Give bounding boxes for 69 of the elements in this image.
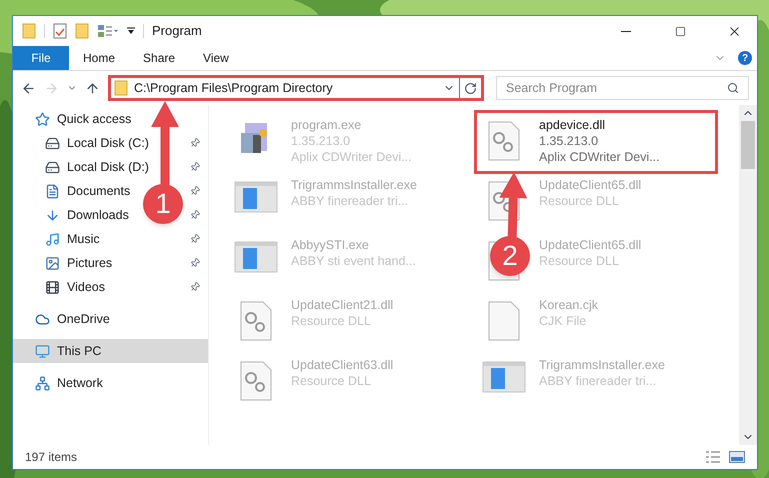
ribbon-tab[interactable]: Home xyxy=(69,46,130,70)
file-icon xyxy=(488,301,520,341)
file-detail: Aplix CDWriter Devi... xyxy=(291,149,412,165)
address-field[interactable]: C:\Program Files\Program Directory xyxy=(108,75,484,101)
star-icon xyxy=(35,112,50,126)
sidebar-label[interactable]: Quick access xyxy=(57,110,200,128)
film-icon xyxy=(45,280,60,294)
document-icon xyxy=(45,184,60,198)
file-detail: Resource DLL xyxy=(291,373,372,389)
file-detail: Resource DLL xyxy=(539,193,620,209)
up-icon[interactable] xyxy=(85,80,100,96)
view-layout-icon[interactable] xyxy=(97,24,119,38)
network-icon xyxy=(35,376,50,390)
details-view-icon[interactable] xyxy=(705,451,721,463)
monitor-icon xyxy=(35,344,50,358)
refresh-icon[interactable] xyxy=(464,82,477,94)
maximize-icon xyxy=(674,26,686,36)
sidebar-label[interactable]: Local Disk (C:) xyxy=(67,134,190,152)
search-placeholder: Search Program xyxy=(506,80,598,97)
sidebar-label: This PC xyxy=(57,342,102,360)
file-detail: Resource DLL xyxy=(539,253,620,269)
gear-file-icon xyxy=(240,361,272,401)
ribbon-tab[interactable]: File xyxy=(13,46,69,70)
sidebar-item[interactable]: This PC xyxy=(13,339,208,363)
file-item[interactable]: apdevice.dll 1.35.213.0 Aplix CDWriter Devi... xyxy=(477,113,715,171)
scrollbar[interactable] xyxy=(739,105,757,445)
file-detail: ABBY sti event hand... xyxy=(291,253,416,269)
folder-icon xyxy=(114,80,128,96)
item-count: 197 items xyxy=(25,449,78,466)
sidebar-label[interactable]: Local Disk (D:) xyxy=(67,158,190,176)
download-icon xyxy=(45,208,60,222)
scroll-thumb[interactable] xyxy=(741,121,755,169)
window-icon xyxy=(234,181,278,213)
file-detail: ABBY finereader tri... xyxy=(291,193,410,209)
address-path: C:\Program Files\Program Directory xyxy=(134,80,334,97)
sidebar-label[interactable]: Pictures xyxy=(67,254,190,272)
sidebar-label[interactable]: Videos xyxy=(67,278,190,296)
ribbon-tab[interactable]: Share xyxy=(129,46,190,70)
window-icon xyxy=(482,361,526,393)
checklist-icon[interactable] xyxy=(53,23,67,39)
folder-icon[interactable] xyxy=(22,23,36,39)
minimize-icon xyxy=(621,30,631,32)
drive-icon xyxy=(45,136,60,150)
customize-caret-icon[interactable] xyxy=(127,27,135,35)
music-note-icon xyxy=(45,232,60,246)
search-icon xyxy=(727,82,739,94)
file-detail: ABBY finereader tri... xyxy=(539,373,658,389)
window-title: Program xyxy=(152,22,202,40)
folder-icon[interactable] xyxy=(75,23,89,39)
search-field[interactable]: Search Program xyxy=(496,76,749,100)
cloud-icon xyxy=(35,312,50,326)
drive-icon xyxy=(45,160,60,174)
file-detail: 1.35.213.0 xyxy=(539,133,600,149)
sidebar-label[interactable]: Music xyxy=(67,230,190,248)
help-button[interactable]: ? xyxy=(738,51,752,65)
gear-file-icon xyxy=(488,121,520,161)
window-icon xyxy=(234,241,278,273)
gear-file-icon xyxy=(240,301,272,341)
ribbon-tab[interactable]: View xyxy=(189,46,243,70)
file-name: apdevice.dll xyxy=(539,117,606,133)
file-detail: Aplix CDWriter Devi... xyxy=(539,149,660,165)
sidebar-label[interactable]: OneDrive xyxy=(57,310,200,328)
picture-icon xyxy=(45,256,60,270)
back-icon[interactable] xyxy=(21,80,36,96)
file-detail: CJK File xyxy=(539,313,588,329)
file-detail: 1.35.213.0 xyxy=(291,133,352,149)
sidebar-label[interactable]: Network xyxy=(57,374,200,392)
large-icons-view-icon[interactable] xyxy=(729,451,745,463)
file-detail: Resource DLL xyxy=(291,313,372,329)
